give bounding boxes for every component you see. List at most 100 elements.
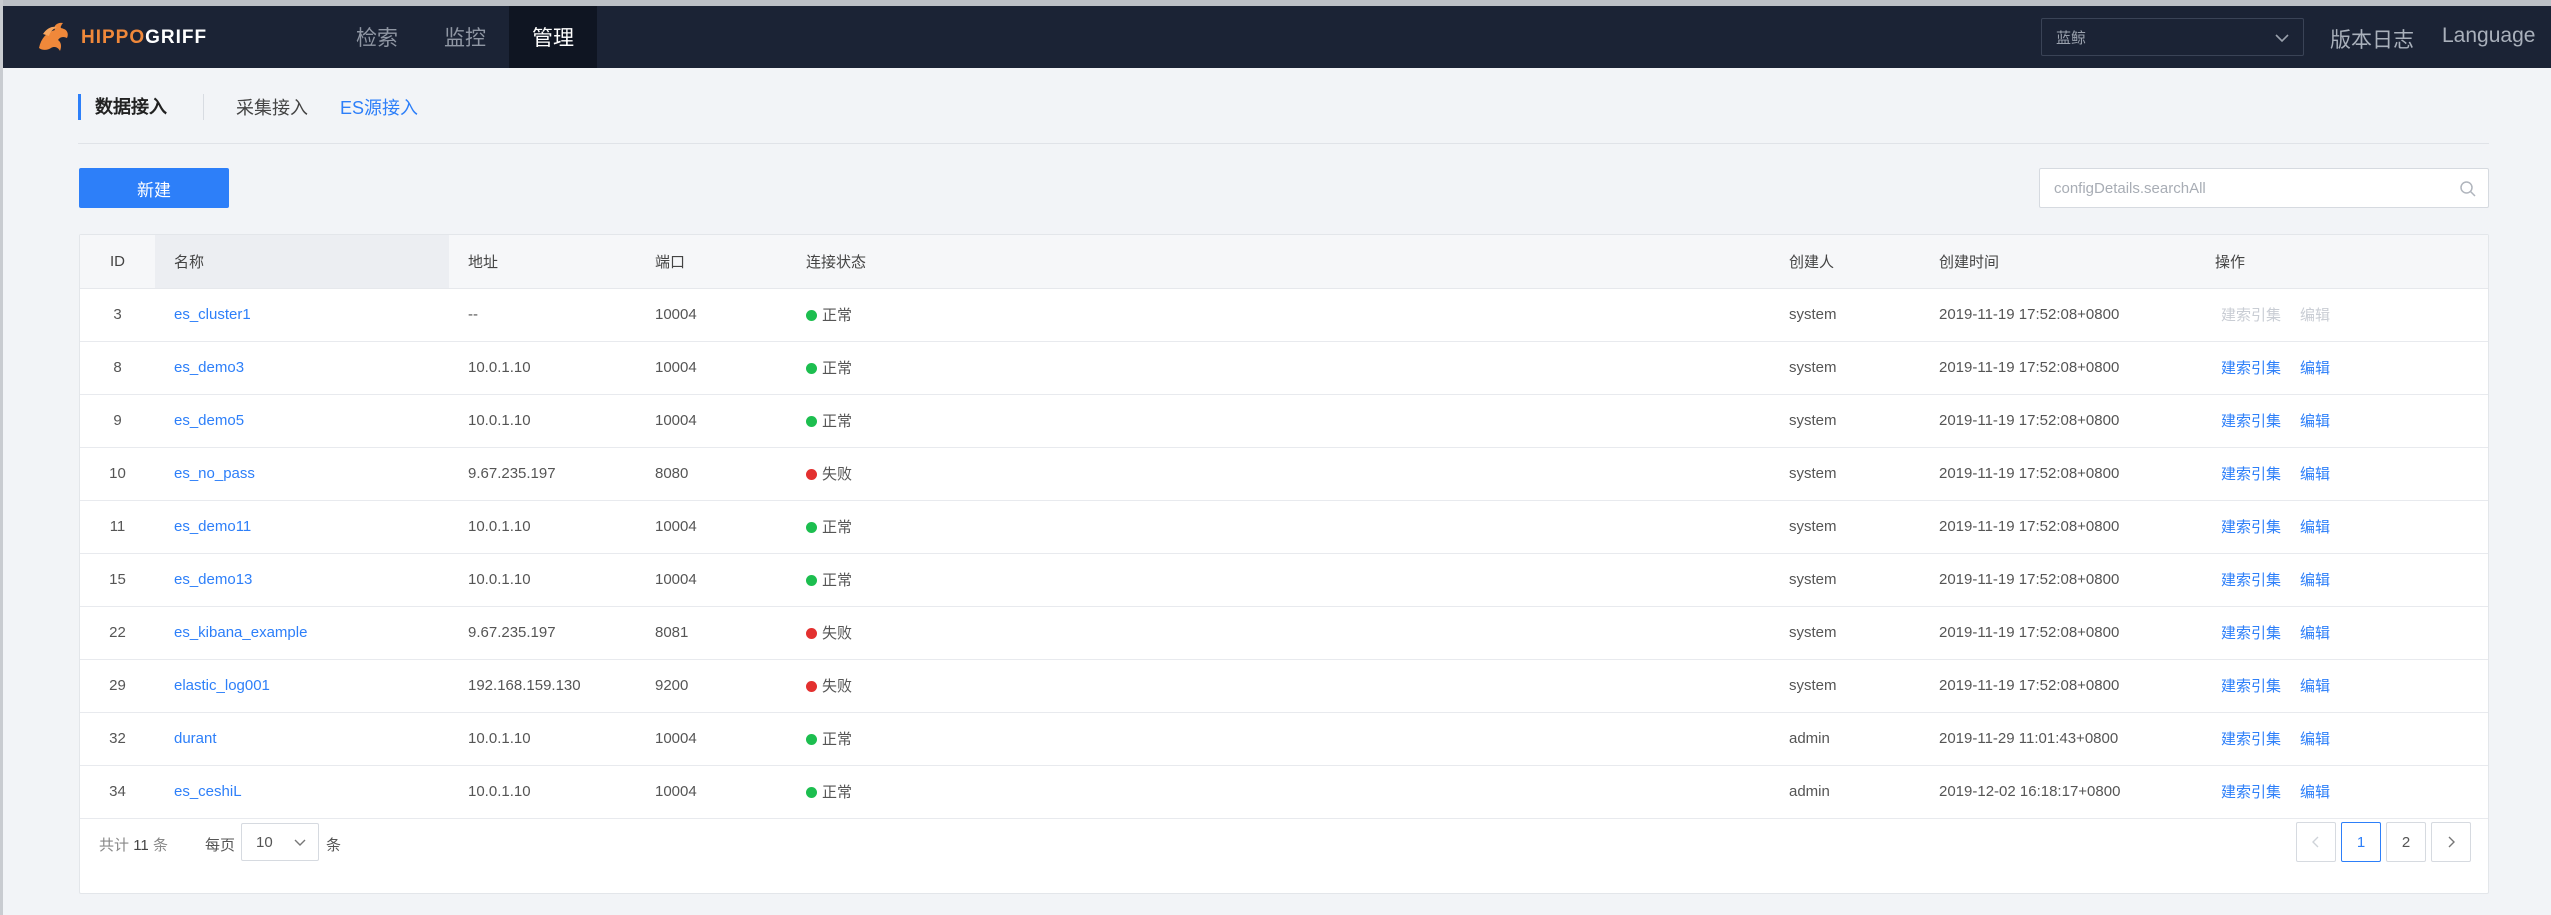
- region-select[interactable]: 蓝鲸: [2041, 18, 2304, 56]
- nav-item-search[interactable]: 检索: [333, 6, 421, 68]
- create-index-set-link[interactable]: 建索引集: [2221, 519, 2281, 536]
- cell-id: 29: [80, 659, 155, 713]
- edit-link[interactable]: 编辑: [2300, 360, 2330, 377]
- cell-status: 失败: [787, 447, 1770, 501]
- cell-name-link[interactable]: durant: [174, 730, 217, 747]
- app-name: HIPPOGRIFF: [81, 27, 208, 48]
- es-source-table-card: ID 名称 地址 端口 连接状态 创建人 创建时间 操作 3 es_cluster…: [79, 234, 2489, 894]
- tab-es-source-access[interactable]: ES源接入: [340, 94, 418, 120]
- cell-status: 正常: [787, 553, 1770, 607]
- column-header-name[interactable]: 名称: [155, 235, 449, 289]
- status-text: 正常: [822, 784, 853, 801]
- edit-link[interactable]: 编辑: [2300, 784, 2330, 801]
- nav-item-monitor[interactable]: 监控: [421, 6, 509, 68]
- status-text: 失败: [822, 466, 853, 483]
- cell-creator: system: [1770, 447, 1920, 501]
- create-index-set-link[interactable]: 建索引集: [2221, 625, 2281, 642]
- table-row: 34 es_ceshiL 10.0.1.10 10004 正常 admin 2019-12-…: [80, 765, 2488, 819]
- page-button-1[interactable]: 1: [2341, 822, 2381, 862]
- page-button-2[interactable]: 2: [2386, 822, 2426, 862]
- column-header-actions: 操作: [2196, 235, 2488, 289]
- window-left-border: [0, 0, 3, 915]
- cell-name-link[interactable]: es_demo13: [174, 571, 252, 588]
- cell-id: 11: [80, 500, 155, 554]
- edit-link[interactable]: 编辑: [2300, 519, 2330, 536]
- cell-creator: system: [1770, 659, 1920, 713]
- cell-port: 8081: [636, 606, 787, 660]
- cell-id: 9: [80, 394, 155, 448]
- cell-actions: 建索引集 编辑: [2196, 659, 2488, 713]
- tab-collect-access[interactable]: 采集接入: [236, 94, 308, 120]
- create-index-set-link[interactable]: 建索引集: [2221, 678, 2281, 695]
- edit-link[interactable]: 编辑: [2300, 572, 2330, 589]
- cell-id: 22: [80, 606, 155, 660]
- cell-created-time: 2019-11-19 17:52:08+0800: [1920, 341, 2196, 395]
- column-header-creator[interactable]: 创建人: [1770, 235, 1920, 289]
- search-box: [2039, 168, 2489, 208]
- status-dot-icon: [806, 681, 817, 692]
- cell-created-time: 2019-11-19 17:52:08+0800: [1920, 659, 2196, 713]
- cell-address: 10.0.1.10: [449, 500, 636, 554]
- status-text: 正常: [822, 360, 853, 377]
- create-index-set-link[interactable]: 建索引集: [2221, 731, 2281, 748]
- pagination: 1 2: [2291, 822, 2471, 862]
- create-index-set-link[interactable]: 建索引集: [2221, 466, 2281, 483]
- language-switch[interactable]: Language: [2442, 24, 2535, 48]
- changelog-link[interactable]: 版本日志: [2330, 24, 2414, 54]
- cell-actions: 建索引集 编辑: [2196, 447, 2488, 501]
- cell-creator: system: [1770, 341, 1920, 395]
- cell-id: 10: [80, 447, 155, 501]
- edit-link[interactable]: 编辑: [2300, 731, 2330, 748]
- app-logo[interactable]: HIPPOGRIFF: [33, 18, 207, 58]
- create-index-set-link[interactable]: 建索引集: [2221, 413, 2281, 430]
- status-text: 正常: [822, 731, 853, 748]
- column-header-status[interactable]: 连接状态: [787, 235, 1770, 289]
- nav-item-manage[interactable]: 管理: [509, 6, 597, 68]
- column-header-created-time[interactable]: 创建时间: [1920, 235, 2196, 289]
- create-index-set-link[interactable]: 建索引集: [2221, 307, 2281, 324]
- per-page-unit: 条: [326, 837, 342, 854]
- cell-status: 正常: [787, 394, 1770, 448]
- status-text: 失败: [822, 678, 853, 695]
- cell-created-time: 2019-11-19 17:52:08+0800: [1920, 447, 2196, 501]
- cell-port: 10004: [636, 500, 787, 554]
- search-input[interactable]: [2040, 169, 2440, 207]
- table-row: 11 es_demo11 10.0.1.10 10004 正常 system 2019-11…: [80, 500, 2488, 554]
- column-header-address[interactable]: 地址: [449, 235, 636, 289]
- cell-name-link[interactable]: es_demo11: [174, 518, 251, 535]
- cell-name-link[interactable]: es_no_pass: [174, 465, 255, 482]
- new-button[interactable]: 新建: [79, 168, 229, 208]
- cell-name-link[interactable]: es_cluster1: [174, 306, 251, 323]
- edit-link[interactable]: 编辑: [2300, 466, 2330, 483]
- create-index-set-link[interactable]: 建索引集: [2221, 360, 2281, 377]
- cell-name-link[interactable]: es_kibana_example: [174, 624, 307, 641]
- cell-name-link[interactable]: es_demo5: [174, 412, 244, 429]
- table-header-row: ID 名称 地址 端口 连接状态 创建人 创建时间 操作: [80, 235, 2488, 289]
- cell-address: 9.67.235.197: [449, 606, 636, 660]
- edit-link[interactable]: 编辑: [2300, 625, 2330, 642]
- column-header-id[interactable]: ID: [80, 235, 155, 289]
- prev-page-button[interactable]: [2296, 822, 2336, 862]
- per-page-value: 10: [256, 833, 273, 851]
- per-page-select[interactable]: 10: [241, 823, 319, 861]
- cell-id: 8: [80, 341, 155, 395]
- edit-link[interactable]: 编辑: [2300, 678, 2330, 695]
- cell-name-link[interactable]: es_ceshiL: [174, 783, 242, 800]
- edit-link[interactable]: 编辑: [2300, 413, 2330, 430]
- cell-name-link[interactable]: es_demo3: [174, 359, 244, 376]
- edit-link[interactable]: 编辑: [2300, 307, 2330, 324]
- column-header-port[interactable]: 端口: [636, 235, 787, 289]
- create-index-set-link[interactable]: 建索引集: [2221, 572, 2281, 589]
- cell-port: 10004: [636, 394, 787, 448]
- table-row: 8 es_demo3 10.0.1.10 10004 正常 system 2019-11-1…: [80, 341, 2488, 395]
- cell-address: 10.0.1.10: [449, 712, 636, 766]
- cell-port: 10004: [636, 765, 787, 819]
- next-page-button[interactable]: [2431, 822, 2471, 862]
- cell-port: 10004: [636, 341, 787, 395]
- cell-name-link[interactable]: elastic_log001: [174, 677, 270, 694]
- chevron-left-icon: [2312, 836, 2319, 848]
- status-dot-icon: [806, 469, 817, 480]
- cell-id: 3: [80, 288, 155, 342]
- create-index-set-link[interactable]: 建索引集: [2221, 784, 2281, 801]
- search-icon[interactable]: [2458, 179, 2478, 199]
